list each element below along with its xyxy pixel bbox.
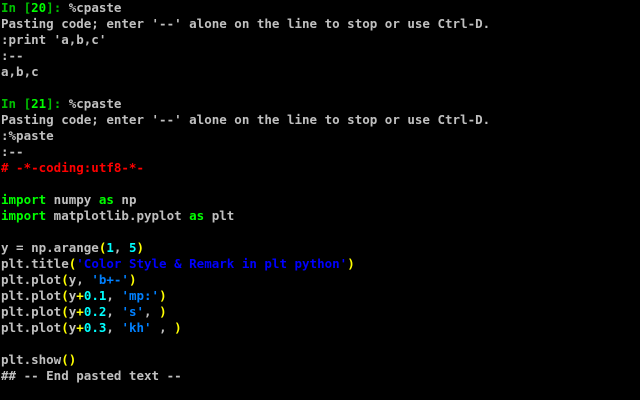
terminal-text-default: ,	[113, 240, 129, 255]
terminal-line: # -*-coding:utf8-*-	[0, 160, 640, 176]
terminal-text-paren: )	[136, 240, 145, 255]
terminal-text-prompt-num: 21	[31, 96, 47, 111]
terminal-text-default: Pasting code; enter '--' alone on the li…	[1, 16, 491, 31]
terminal-line: y = np.arange(1, 5)	[0, 240, 640, 256]
terminal-text-default: np	[113, 192, 137, 207]
terminal-text-default: ,	[151, 320, 175, 335]
terminal-text-default: a,b,c	[1, 64, 39, 79]
terminal-text-paren: )	[159, 288, 167, 303]
terminal-text-number: 0.1	[83, 288, 107, 303]
terminal-text-prompt: ]:	[46, 96, 69, 111]
terminal-line: ## -- End pasted text --	[0, 368, 640, 384]
terminal-text-prompt-num: 20	[31, 0, 47, 15]
terminal-text-default: :--	[1, 48, 24, 63]
terminal-text-paren: (	[61, 304, 69, 319]
terminal-text-prompt: In [	[1, 0, 32, 15]
terminal-text-default: plt.plot	[1, 320, 62, 335]
terminal-text-default: plt.plot	[1, 272, 62, 287]
terminal-line: a,b,c	[0, 64, 640, 80]
terminal-text-string-alt: 's'	[121, 304, 145, 319]
terminal-line: In [20]: %cpaste	[0, 0, 640, 16]
terminal-text-default: Pasting code; enter '--' alone on the li…	[1, 112, 491, 127]
terminal-text-keyword: import	[1, 192, 47, 207]
terminal-text-default: matplotlib.pyplot	[46, 208, 190, 223]
terminal-line: :--	[0, 144, 640, 160]
terminal-text-default: %cpaste	[68, 96, 122, 111]
terminal-line: plt.show()	[0, 352, 640, 368]
terminal-text-default: ,	[106, 320, 122, 335]
terminal-text-default: plt	[204, 208, 235, 223]
terminal-text-default: plt.plot	[1, 304, 62, 319]
terminal-text-keyword: import	[1, 208, 47, 223]
terminal-text-string-alt: 'mp:'	[121, 288, 160, 303]
terminal-text-paren: )	[159, 304, 167, 319]
terminal-line: import matplotlib.pyplot as plt	[0, 208, 640, 224]
terminal-text-paren: (	[61, 272, 69, 287]
terminal-text-default: ## -- End pasted text --	[1, 368, 182, 383]
terminal-line: Pasting code; enter '--' alone on the li…	[0, 112, 640, 128]
terminal-line: plt.plot(y+0.2, 's', )	[0, 304, 640, 320]
terminal-text-string-alt: 'b+-'	[91, 272, 129, 287]
terminal-line: In [21]: %cpaste	[0, 96, 640, 112]
terminal-text-default: numpy	[46, 192, 99, 207]
terminal-text-number: 0.2	[83, 304, 107, 319]
terminal-text-default: y = np.arange	[1, 240, 99, 255]
terminal-text-number: 1	[106, 240, 114, 255]
terminal-text-prompt: In [	[1, 96, 32, 111]
terminal-text-default: y,	[68, 272, 92, 287]
terminal-text-default: %cpaste	[68, 0, 122, 15]
terminal-text-string-alt: 'kh'	[121, 320, 152, 335]
terminal-text-paren: )	[174, 320, 182, 335]
terminal-line: :--	[0, 48, 640, 64]
terminal-text-paren: ()	[61, 352, 77, 367]
terminal-text-paren: )	[347, 256, 355, 271]
terminal-line: plt.title('Color Style & Remark in plt p…	[0, 256, 640, 272]
terminal-text-operator: +	[76, 320, 84, 335]
terminal-text-default: ,	[144, 304, 160, 319]
terminal-text-operator: +	[76, 304, 84, 319]
terminal-text-default: :print 'a,b,c'	[1, 32, 107, 47]
terminal-line: :print 'a,b,c'	[0, 32, 640, 48]
terminal-text-default: ,	[106, 304, 122, 319]
terminal-window[interactable]: In [20]: %cpaste Pasting code; enter '--'…	[0, 0, 640, 400]
terminal-text-number: 0.3	[83, 320, 107, 335]
terminal-text-default: :--	[1, 144, 24, 159]
terminal-line: Pasting code; enter '--' alone on the li…	[0, 16, 640, 32]
terminal-text-default: plt.plot	[1, 288, 62, 303]
terminal-line: plt.plot(y, 'b+-')	[0, 272, 640, 288]
terminal-text-paren: (	[61, 288, 69, 303]
terminal-text-keyword: as	[189, 208, 205, 223]
terminal-text-paren: )	[128, 272, 137, 287]
terminal-text-string: 'Color Style & Remark in plt python'	[76, 256, 348, 271]
terminal-text-number: 5	[128, 240, 137, 255]
terminal-line: plt.plot(y+0.3, 'kh' , )	[0, 320, 640, 336]
terminal-text-keyword: as	[98, 192, 114, 207]
terminal-line: import numpy as np	[0, 192, 640, 208]
terminal-text-operator: +	[76, 288, 84, 303]
terminal-line: :%paste	[0, 128, 640, 144]
terminal-text-comment: # -*-coding:utf8-*-	[1, 160, 144, 175]
terminal-text-prompt: ]:	[46, 0, 69, 15]
terminal-text-default: plt.title	[1, 256, 69, 271]
terminal-text-default: ,	[106, 288, 122, 303]
terminal-line: plt.plot(y+0.1, 'mp:')	[0, 288, 640, 304]
terminal-text-paren: (	[61, 320, 69, 335]
terminal-text-default: :%paste	[1, 128, 54, 143]
terminal-text-default: plt.show	[1, 352, 62, 367]
